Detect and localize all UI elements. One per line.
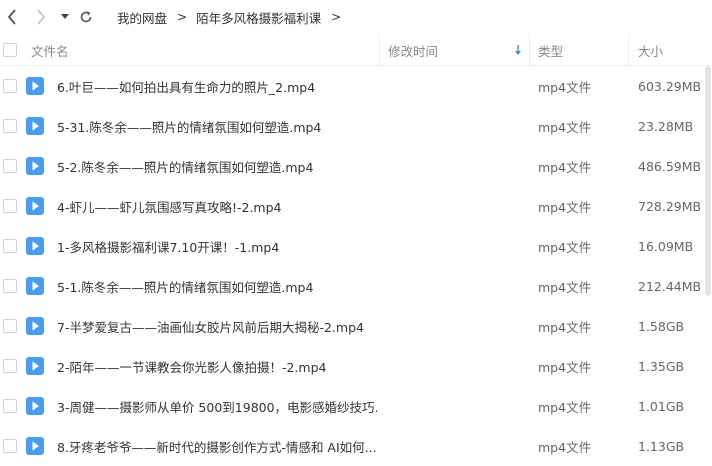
video-file-icon <box>26 237 44 255</box>
file-name[interactable]: 5-31.陈冬余——照片的情绪氛围如何塑造.mp4 <box>57 106 321 146</box>
file-size: 1.58GB <box>638 318 685 334</box>
table-row[interactable]: 1-多风格摄影福利课7.10开课！-1.mp4 mp4文件 16.09MB <box>0 226 712 266</box>
header-name[interactable]: 文件名 <box>31 34 69 66</box>
file-name[interactable]: 1-多风格摄影福利课7.10开课！-1.mp4 <box>57 226 279 266</box>
back-button[interactable] <box>2 6 22 28</box>
video-file-icon <box>26 357 44 375</box>
breadcrumb-separator-trailing[interactable]: > <box>331 10 341 24</box>
row-checkbox[interactable] <box>3 399 17 413</box>
row-checkbox[interactable] <box>3 239 17 253</box>
header-modified[interactable]: 修改时间 <box>388 34 438 66</box>
table-header: 文件名 修改时间 类型 大小 <box>0 34 712 66</box>
history-dropdown-button[interactable] <box>55 6 75 28</box>
column-divider[interactable] <box>628 34 629 66</box>
column-divider[interactable] <box>529 34 530 66</box>
video-file-icon <box>26 117 44 135</box>
refresh-icon <box>80 11 92 23</box>
file-size: 486.59MB <box>638 158 702 174</box>
file-size: 16.09MB <box>638 238 694 254</box>
video-file-icon <box>26 197 44 215</box>
scrollbar-thumb[interactable] <box>705 66 711 296</box>
row-checkbox[interactable] <box>3 159 17 173</box>
breadcrumb-item-root[interactable]: 我的网盘 <box>117 8 167 27</box>
file-type: mp4文件 <box>538 399 592 415</box>
video-file-icon <box>26 157 44 175</box>
file-type: mp4文件 <box>538 159 592 175</box>
table-row[interactable]: 8.牙疼老爷爷——新时代的摄影创作方式-情感和 AI如何... mp4文件 1.… <box>0 426 712 466</box>
file-type: mp4文件 <box>538 239 592 255</box>
file-size: 23.28MB <box>638 118 694 134</box>
video-file-icon <box>26 77 44 95</box>
row-checkbox[interactable] <box>3 319 17 333</box>
row-checkbox[interactable] <box>3 119 17 133</box>
breadcrumb: 我的网盘 > 陌年多风格摄影福利课 > <box>117 0 350 34</box>
file-type: mp4文件 <box>538 359 592 375</box>
file-name[interactable]: 6.叶巨——如何拍出具有生命力的照片_2.mp4 <box>57 66 315 106</box>
file-type: mp4文件 <box>538 79 592 95</box>
toolbar: 我的网盘 > 陌年多风格摄影福利课 > <box>0 0 712 34</box>
file-size: 603.29MB <box>638 78 702 94</box>
file-size: 1.01GB <box>638 398 685 414</box>
video-file-icon <box>26 437 44 455</box>
file-type: mp4文件 <box>538 439 592 455</box>
select-all-checkbox[interactable] <box>3 43 17 57</box>
table-row[interactable]: 3-周健——摄影师从单价 500到19800，电影感婚纱技巧... mp4文件 … <box>0 386 712 426</box>
file-name[interactable]: 5-2.陈冬余——照片的情绪氛围如何塑造.mp4 <box>57 146 313 186</box>
file-size: 1.35GB <box>638 358 685 374</box>
row-checkbox[interactable] <box>3 359 17 373</box>
file-name[interactable]: 5-1.陈冬余——照片的情绪氛围如何塑造.mp4 <box>57 266 313 306</box>
file-type: mp4文件 <box>538 319 592 335</box>
table-row[interactable]: 5-1.陈冬余——照片的情绪氛围如何塑造.mp4 mp4文件 212.44MB <box>0 266 712 306</box>
row-checkbox[interactable] <box>3 439 17 453</box>
file-type: mp4文件 <box>538 199 592 215</box>
column-divider[interactable] <box>379 34 380 66</box>
file-type: mp4文件 <box>538 119 592 135</box>
forward-button[interactable] <box>31 6 51 28</box>
video-file-icon <box>26 397 44 415</box>
header-type[interactable]: 类型 <box>538 34 563 66</box>
vertical-scrollbar[interactable] <box>704 66 712 462</box>
table-row[interactable]: 7-半梦爱复古——油画仙女胶片风前后期大揭秘-2.mp4 mp4文件 1.58G… <box>0 306 712 346</box>
file-name[interactable]: 3-周健——摄影师从单价 500到19800，电影感婚纱技巧... <box>57 386 377 426</box>
breadcrumb-separator: > <box>177 10 188 24</box>
header-size[interactable]: 大小 <box>638 34 663 66</box>
video-file-icon <box>26 277 44 295</box>
file-size: 212.44MB <box>638 278 702 294</box>
sort-down-arrow-icon[interactable] <box>514 34 522 66</box>
table-row[interactable]: 2-陌年——一节课教会你光影人像拍摄！-2.mp4 mp4文件 1.35GB <box>0 346 712 386</box>
file-size: 728.29MB <box>638 198 702 214</box>
table-row[interactable]: 5-31.陈冬余——照片的情绪氛围如何塑造.mp4 mp4文件 23.28MB <box>0 106 712 146</box>
row-checkbox[interactable] <box>3 279 17 293</box>
row-checkbox[interactable] <box>3 79 17 93</box>
video-file-icon <box>26 317 44 335</box>
file-name[interactable]: 7-半梦爱复古——油画仙女胶片风前后期大揭秘-2.mp4 <box>57 306 364 346</box>
file-name[interactable]: 8.牙疼老爷爷——新时代的摄影创作方式-情感和 AI如何... <box>57 426 377 466</box>
chevron-right-icon <box>37 9 46 25</box>
file-size: 1.13GB <box>638 438 685 454</box>
chevron-left-icon <box>7 9 16 25</box>
table-row[interactable]: 6.叶巨——如何拍出具有生命力的照片_2.mp4 mp4文件 603.29MB <box>0 66 712 106</box>
table-row[interactable]: 5-2.陈冬余——照片的情绪氛围如何塑造.mp4 mp4文件 486.59MB <box>0 146 712 186</box>
refresh-button[interactable] <box>76 6 96 28</box>
breadcrumb-item-current[interactable]: 陌年多风格摄影福利课 <box>196 8 321 27</box>
row-checkbox[interactable] <box>3 199 17 213</box>
file-name[interactable]: 4-虾儿——虾儿氛围感写真攻略!-2.mp4 <box>57 186 281 226</box>
file-name[interactable]: 2-陌年——一节课教会你光影人像拍摄！-2.mp4 <box>57 346 326 386</box>
caret-down-icon <box>61 14 69 19</box>
table-row[interactable]: 4-虾儿——虾儿氛围感写真攻略!-2.mp4 mp4文件 728.29MB <box>0 186 712 226</box>
file-type: mp4文件 <box>538 279 592 295</box>
